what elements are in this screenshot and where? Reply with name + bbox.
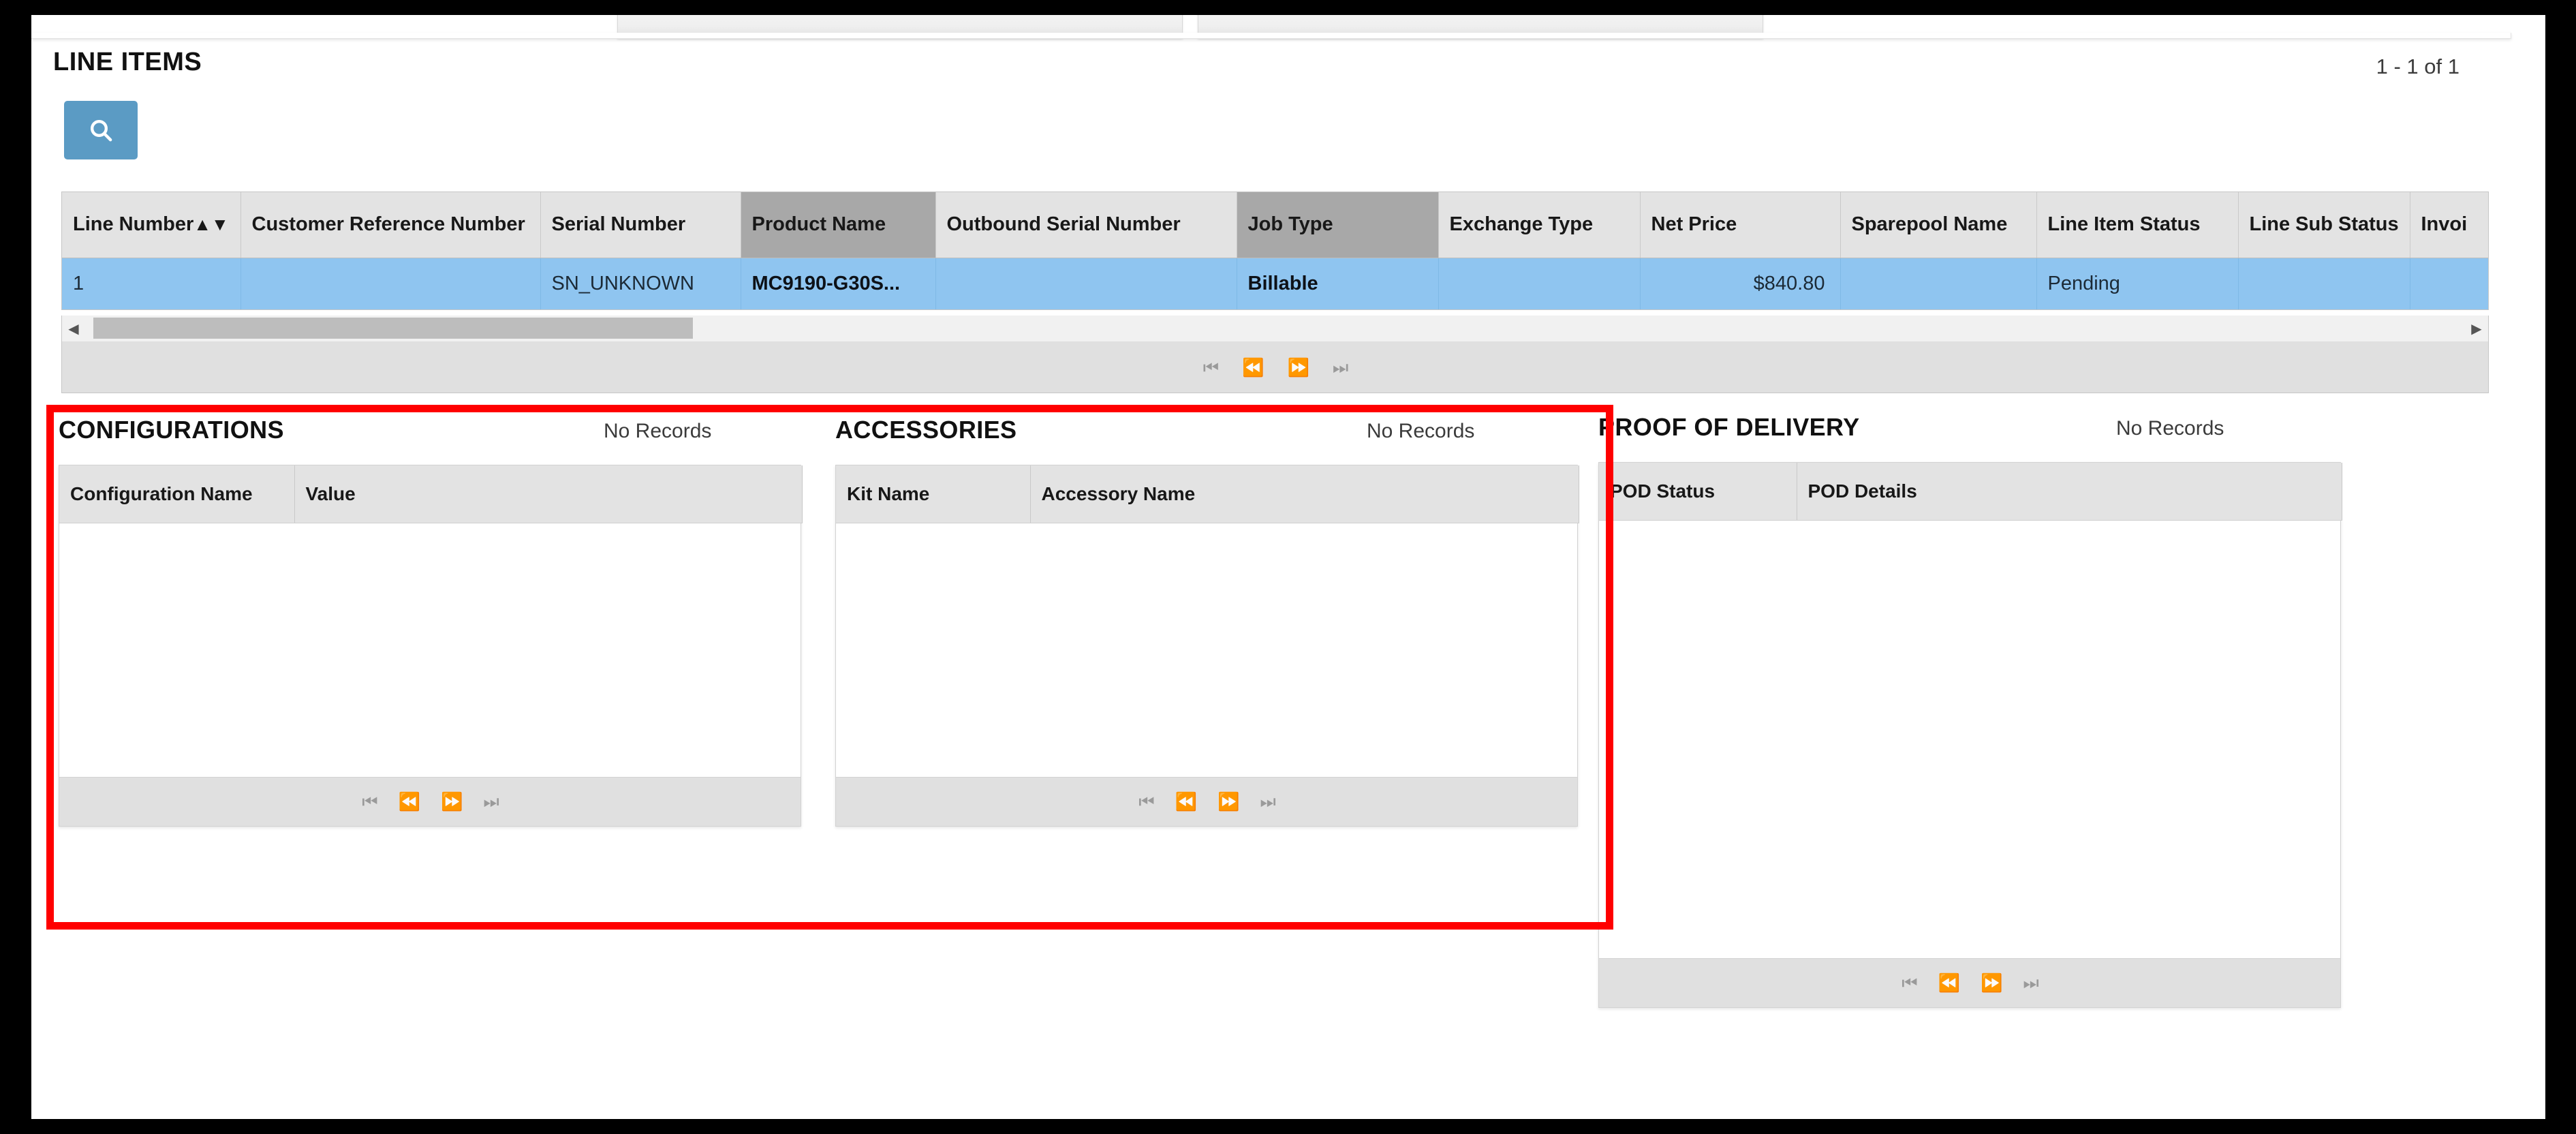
pager-last-button[interactable]: ⏭ bbox=[1333, 358, 1348, 376]
table-cell[interactable] bbox=[1438, 258, 1641, 309]
table-cell[interactable] bbox=[1840, 258, 2037, 309]
column-header-label: Product Name bbox=[751, 213, 886, 236]
record-count-label: 1 - 1 of 1 bbox=[2376, 55, 2459, 78]
column-header-line-sub-status[interactable]: Line Sub Status bbox=[2238, 192, 2410, 258]
column-header-label: Customer Reference Number bbox=[251, 213, 525, 236]
pager-previous-button[interactable]: ⏪ bbox=[1938, 974, 1960, 992]
panel-pagination-proof-of-delivery: ⏮ ⏪ ⏩ ⏭ bbox=[1599, 957, 2340, 1007]
pager-last-button[interactable]: ⏭ bbox=[1260, 793, 1275, 810]
table-header-row: POD Status POD Details bbox=[1599, 463, 2342, 521]
panel-title-configurations: CONFIGURATIONS bbox=[59, 416, 284, 444]
column-header-accessory-name[interactable]: Accessory Name bbox=[1030, 465, 1579, 523]
column-header-label: Job Type bbox=[1247, 213, 1333, 236]
sort-arrows-icon[interactable]: ▲▼ bbox=[193, 214, 228, 234]
pager-next-button[interactable]: ⏩ bbox=[1217, 793, 1239, 810]
column-header-label: Net Price bbox=[1651, 213, 1737, 236]
column-header-label: Invoi bbox=[2421, 213, 2468, 236]
table-row[interactable]: 1 SN_UNKNOWN MC9190-G30S... Billable $840.80… bbox=[62, 258, 2488, 309]
pager-next-button[interactable]: ⏩ bbox=[1288, 358, 1309, 376]
table-header-row: Line Number▲▼ Customer Reference Number Se… bbox=[62, 192, 2488, 258]
table-cell[interactable] bbox=[935, 258, 1237, 309]
scroll-left-arrow-icon[interactable]: ◀ bbox=[62, 316, 85, 341]
pager-first-button[interactable]: ⏮ bbox=[362, 793, 377, 810]
pager-first-button[interactable]: ⏮ bbox=[1902, 974, 1917, 992]
column-header-net-price[interactable]: Net Price bbox=[1640, 192, 1841, 258]
column-header-line-item-status[interactable]: Line Item Status bbox=[2036, 192, 2239, 258]
table-cell[interactable] bbox=[240, 258, 541, 309]
table-cell[interactable]: SN_UNKNOWN bbox=[540, 258, 741, 309]
search-button[interactable] bbox=[64, 101, 138, 159]
line-items-table: Line Number▲▼ Customer Reference Number Se… bbox=[62, 192, 2488, 309]
panel-title-accessories: ACCESSORIES bbox=[835, 416, 1017, 444]
panel-empty-body-accessories bbox=[836, 523, 1577, 777]
pager-previous-button[interactable]: ⏪ bbox=[1242, 358, 1264, 376]
panel-status-accessories: No Records bbox=[1367, 420, 1475, 442]
scrollbar-thumb[interactable] bbox=[93, 318, 693, 339]
pager-next-button[interactable]: ⏩ bbox=[1981, 974, 2002, 992]
panel-empty-body-configurations bbox=[59, 523, 801, 777]
column-header-customer-reference-number[interactable]: Customer Reference Number bbox=[240, 192, 541, 258]
column-header-label: Line Item Status bbox=[2047, 213, 2201, 236]
line-items-grid: Line Number▲▼ Customer Reference Number Se… bbox=[61, 191, 2489, 310]
panel-table-configurations: Configuration Name Value ⏮ ⏪ ⏩ ⏭ bbox=[59, 465, 803, 827]
column-header-label: Outbound Serial Number bbox=[946, 213, 1181, 236]
search-icon bbox=[87, 117, 114, 144]
pager-previous-button[interactable]: ⏪ bbox=[399, 793, 420, 810]
pager-previous-button[interactable]: ⏪ bbox=[1175, 793, 1197, 810]
screenshot-root: LINE ITEMS 1 - 1 of 1 Line Number▲▼ Custo… bbox=[0, 0, 2576, 1134]
table-cell[interactable]: MC9190-G30S... bbox=[741, 258, 936, 309]
line-items-pagination: ⏮ ⏪ ⏩ ⏭ bbox=[61, 341, 2489, 393]
panel-empty-body-proof-of-delivery bbox=[1599, 520, 2340, 958]
panel-status-proof-of-delivery: No Records bbox=[2116, 417, 2224, 440]
pager-first-button[interactable]: ⏮ bbox=[1203, 358, 1219, 376]
panel-pagination-accessories: ⏮ ⏪ ⏩ ⏭ bbox=[836, 776, 1577, 826]
pager-first-button[interactable]: ⏮ bbox=[1138, 793, 1154, 810]
column-header-sparepool-name[interactable]: Sparepool Name bbox=[1840, 192, 2037, 258]
column-header-configuration-name[interactable]: Configuration Name bbox=[59, 465, 295, 523]
panel-pagination-configurations: ⏮ ⏪ ⏩ ⏭ bbox=[59, 776, 801, 826]
line-items-panel bbox=[31, 33, 2511, 39]
table-header-row: Kit Name Accessory Name bbox=[836, 465, 1579, 523]
table-cell[interactable]: Pending bbox=[2036, 258, 2239, 309]
column-header-exchange-type[interactable]: Exchange Type bbox=[1438, 192, 1641, 258]
page-canvas: LINE ITEMS 1 - 1 of 1 Line Number▲▼ Custo… bbox=[31, 15, 2545, 1119]
column-header-product-name[interactable]: Product Name bbox=[741, 192, 936, 258]
table-header-row: Configuration Name Value bbox=[59, 465, 803, 523]
pager-last-button[interactable]: ⏭ bbox=[483, 793, 499, 810]
pager-next-button[interactable]: ⏩ bbox=[441, 793, 463, 810]
column-header-invoi[interactable]: Invoi bbox=[2410, 192, 2488, 258]
page-title: LINE ITEMS bbox=[53, 48, 202, 76]
column-header-label: Sparepool Name bbox=[1851, 213, 2008, 236]
horizontal-scrollbar[interactable]: ◀ ▶ bbox=[61, 316, 2489, 341]
panel-title-proof-of-delivery: PROOF OF DELIVERY bbox=[1598, 413, 1860, 441]
column-header-value[interactable]: Value bbox=[294, 465, 803, 523]
column-header-pod-status[interactable]: POD Status bbox=[1599, 463, 1797, 521]
panel-table-accessories: Kit Name Accessory Name ⏮ ⏪ ⏩ ⏭ bbox=[835, 465, 1579, 827]
table-cell[interactable]: Billable bbox=[1237, 258, 1439, 309]
column-header-job-type[interactable]: Job Type bbox=[1237, 192, 1439, 258]
pager-last-button[interactable]: ⏭ bbox=[2023, 974, 2038, 992]
column-header-kit-name[interactable]: Kit Name bbox=[836, 465, 1031, 523]
table-cell[interactable] bbox=[2410, 258, 2488, 309]
table-cell[interactable]: $840.80 bbox=[1640, 258, 1841, 309]
column-header-outbound-serial-number[interactable]: Outbound Serial Number bbox=[935, 192, 1237, 258]
column-header-pod-details[interactable]: POD Details bbox=[1797, 463, 2342, 521]
column-header-label: Line Number bbox=[73, 213, 194, 236]
column-header-label: Serial Number bbox=[551, 213, 686, 236]
column-header-line-number[interactable]: Line Number▲▼ bbox=[62, 192, 241, 258]
scroll-right-arrow-icon[interactable]: ▶ bbox=[2465, 316, 2488, 341]
table-cell[interactable] bbox=[2238, 258, 2410, 309]
scrollbar-track[interactable] bbox=[85, 316, 2465, 341]
column-header-label: Exchange Type bbox=[1449, 213, 1594, 236]
column-header-serial-number[interactable]: Serial Number bbox=[540, 192, 741, 258]
table-cell[interactable]: 1 bbox=[62, 258, 241, 309]
panel-status-configurations: No Records bbox=[604, 420, 712, 442]
column-header-label: Line Sub Status bbox=[2249, 213, 2399, 236]
panel-table-proof-of-delivery: POD Status POD Details ⏮ ⏪ ⏩ ⏭ bbox=[1598, 462, 2342, 1008]
